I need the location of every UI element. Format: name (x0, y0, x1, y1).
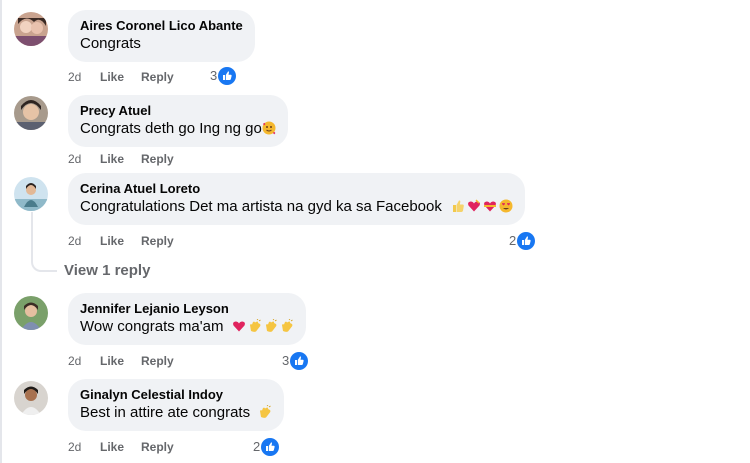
comment-actions: 2d Like Reply (68, 353, 174, 369)
like-reaction-icon (261, 438, 280, 456)
comment-actions: 2d Like Reply (68, 233, 174, 249)
comment-text: Congratulations Det ma artista na gyd ka… (80, 198, 442, 215)
clapping-hands-icon (265, 319, 277, 332)
comment-bubble: Aires Coronel Lico Abante Congrats (68, 10, 255, 62)
red-heart-icon (232, 321, 245, 332)
thumbs-up-icon (453, 200, 464, 212)
reaction-count[interactable]: 3 (210, 67, 237, 85)
reaction-count-number: 2 (509, 233, 517, 248)
comment-time[interactable]: 2d (68, 69, 100, 85)
like-reaction-icon (517, 232, 536, 250)
reply-button[interactable]: Reply (141, 233, 174, 249)
reaction-count-number: 3 (210, 68, 218, 83)
avatar[interactable] (14, 296, 48, 330)
like-button[interactable]: Like (100, 233, 141, 249)
clapping-hands-icon (260, 405, 271, 418)
clapping-hands-icon (249, 319, 261, 332)
panel-edge (0, 0, 2, 463)
reaction-count-number: 2 (253, 439, 261, 454)
heart-with-ribbon-icon (484, 201, 497, 212)
comment-time[interactable]: 2d (68, 233, 100, 249)
reaction-count-number: 3 (282, 353, 290, 368)
comment-bubble: Cerina Atuel Loreto Congratulations Det … (68, 173, 526, 225)
comment-author[interactable]: Jennifer Lejanio Leyson (80, 300, 294, 317)
clapping-hands-icon (281, 319, 293, 332)
avatar[interactable] (14, 177, 48, 211)
reply-button[interactable]: Reply (141, 151, 174, 167)
comment-author[interactable]: Ginalyn Celestial Indoy (80, 386, 272, 403)
comment-bubble: Precy Atuel Congrats deth go Ing ng go (68, 95, 288, 147)
reply-button[interactable]: Reply (141, 69, 174, 85)
view-replies-link[interactable]: View 1 reply (64, 262, 150, 279)
comment-author[interactable]: Cerina Atuel Loreto (80, 180, 513, 197)
reply-button[interactable]: Reply (141, 353, 174, 369)
comment-actions: 2d Like Reply (68, 439, 174, 455)
comment-text: Congrats (80, 35, 141, 52)
heart-eyes-icon (499, 199, 513, 213)
comment-actions: 2d Like Reply (68, 69, 174, 85)
comment-author[interactable]: Aires Coronel Lico Abante (80, 17, 243, 34)
like-button[interactable]: Like (100, 69, 141, 85)
reply-button[interactable]: Reply (141, 439, 174, 455)
comment-bubble: Ginalyn Celestial Indoy Best in attire a… (68, 379, 285, 431)
comment-text: Wow congrats ma'am (80, 318, 224, 335)
avatar[interactable] (14, 96, 48, 130)
avatar[interactable] (14, 12, 48, 46)
comment-actions: 2d Like Reply (68, 151, 174, 167)
comment-time[interactable]: 2d (68, 439, 100, 455)
comment-author[interactable]: Precy Atuel (80, 102, 276, 119)
reaction-count[interactable]: 3 (282, 352, 309, 370)
comment-text: Best in attire ate congrats (80, 404, 251, 421)
heart-with-ribbon-icon (468, 199, 480, 212)
smiling-face-with-hearts-icon (262, 121, 276, 135)
comment-time[interactable]: 2d (68, 353, 100, 369)
like-reaction-icon (290, 352, 309, 370)
thread-line (31, 212, 33, 260)
like-button[interactable]: Like (100, 439, 141, 455)
like-reaction-icon (218, 67, 237, 85)
like-button[interactable]: Like (100, 151, 141, 167)
comment-bubble: Jennifer Lejanio Leyson Wow congrats ma'… (68, 293, 306, 345)
reaction-count[interactable]: 2 (509, 232, 536, 250)
comment-text: Congrats deth go Ing ng go (80, 120, 262, 137)
reaction-count[interactable]: 2 (253, 438, 280, 456)
thread-connector (31, 258, 57, 272)
avatar[interactable] (14, 381, 48, 415)
like-button[interactable]: Like (100, 353, 141, 369)
comment-time[interactable]: 2d (68, 151, 100, 167)
